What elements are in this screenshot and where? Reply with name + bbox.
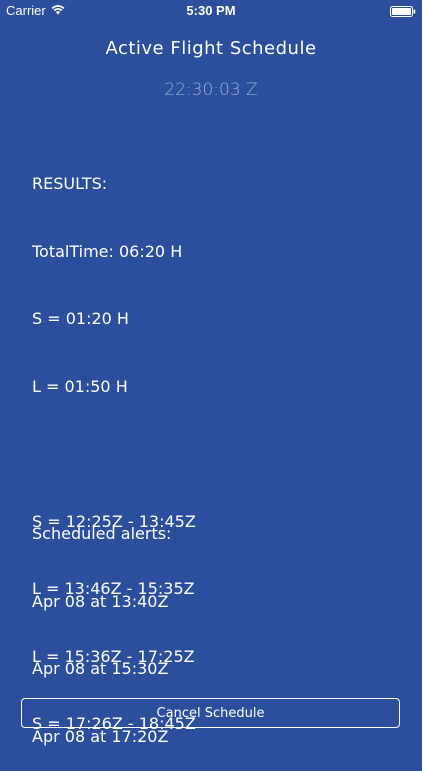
results-heading: RESULTS:: [32, 174, 108, 193]
battery-icon: [390, 5, 416, 17]
summary-line: L = 01:50 H: [32, 376, 128, 396]
alerts-heading: Scheduled alerts:: [32, 524, 172, 543]
zulu-clock: 22:30:03 Z: [164, 80, 258, 100]
cancel-schedule-button[interactable]: Cancel Schedule: [21, 698, 400, 728]
status-bar: Carrier 5:30 PM: [0, 0, 422, 22]
alert-item: Apr 08 at 17:20Z: [32, 726, 169, 746]
cancel-schedule-label: Cancel Schedule: [156, 705, 265, 721]
page-title: Active Flight Schedule: [105, 38, 317, 59]
summary-line: S = 01:20 H: [32, 309, 129, 328]
total-time: TotalTime: 06:20 H: [32, 241, 183, 261]
alert-item: Apr 08 at 13:40Z: [32, 591, 169, 611]
alert-item: Apr 08 at 15:30Z: [32, 659, 169, 678]
status-time: 5:30 PM: [186, 3, 236, 18]
